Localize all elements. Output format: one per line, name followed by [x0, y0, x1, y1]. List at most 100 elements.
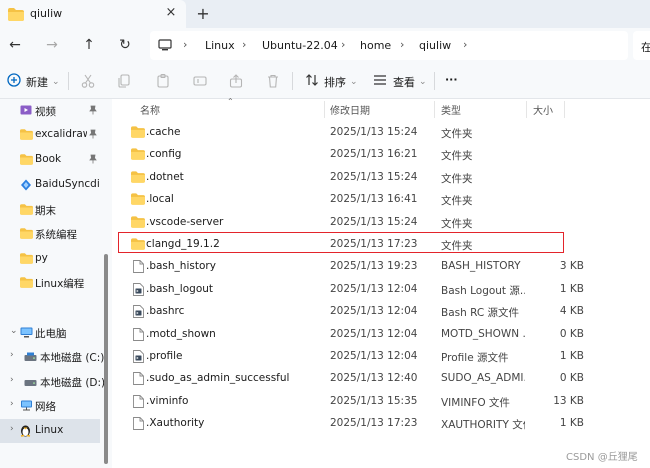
column-divider[interactable] [564, 101, 565, 118]
refresh-icon[interactable]: ↻ [116, 36, 134, 54]
sidebar-item-label: Linux编程 [35, 278, 85, 290]
table-row[interactable]: .bash_history 2025/1/13 19:23 BASH_HISTORY… [112, 256, 650, 278]
folder-icon [20, 228, 33, 242]
file-name: .dotnet [146, 170, 184, 183]
folder-icon [131, 193, 145, 208]
column-header-type[interactable]: 类型 [441, 102, 461, 117]
up-arrow-icon[interactable]: ↑ [80, 36, 98, 54]
breadcrumb-separator[interactable]: › [183, 38, 187, 51]
sidebar-item-label: py [35, 252, 48, 264]
column-divider[interactable] [324, 101, 325, 118]
breadcrumb-qiuliw[interactable]: qiuliw [419, 39, 451, 52]
table-row[interactable]: .sudo_as_admin_successful 2025/1/13 12:40… [112, 368, 650, 390]
new-button[interactable]: 新建 ⌄ [7, 73, 60, 90]
column-header-date[interactable]: 修改日期 [330, 102, 370, 117]
tab-qiuliw[interactable]: qiuliw × [0, 0, 186, 28]
chevron-down-icon[interactable]: ⌄ [10, 326, 18, 336]
file-size: 0 KB [559, 327, 584, 340]
modified-date: 2025/1/13 12:40 [330, 372, 418, 385]
computer-icon [158, 39, 172, 54]
delete-icon[interactable] [265, 73, 281, 89]
folder-icon [20, 154, 33, 168]
view-button[interactable]: 查看 ⌄ [373, 73, 427, 90]
search-input[interactable]: 在 [633, 31, 650, 60]
table-row[interactable]: .viminfo 2025/1/13 15:35 VIMINFO 文件 13 KB [112, 391, 650, 413]
file-name: .profile [146, 350, 183, 362]
forward-arrow-icon[interactable]: → [43, 36, 61, 54]
breadcrumb-ubuntu[interactable]: Ubuntu-22.04 [262, 39, 338, 52]
back-arrow-icon[interactable]: ← [6, 36, 24, 54]
file-type: 文件夹 [441, 195, 473, 208]
breadcrumb-separator[interactable]: › [463, 38, 467, 51]
file-size: 1 KB [559, 350, 584, 362]
table-row[interactable]: .bash_logout 2025/1/13 12:04 Bash Logout 源… [112, 279, 650, 301]
sort-button[interactable]: 排序 ⌄ [305, 73, 358, 90]
sidebar-item-this-pc[interactable]: ⌄ 此电脑 [0, 321, 100, 345]
tab-title: qiuliw [30, 7, 63, 20]
rename-icon[interactable] [192, 73, 208, 89]
sidebar-item-drive-d[interactable]: › 本地磁盘 (D:) [0, 370, 105, 394]
table-row[interactable]: .profile 2025/1/13 12:04 Profile 源文件 1 KB [112, 346, 650, 368]
modified-date: 2025/1/13 16:21 [330, 148, 418, 161]
breadcrumb-linux[interactable]: Linux [205, 39, 235, 52]
breadcrumb-separator[interactable]: › [341, 38, 345, 51]
chevron-down-icon: ⌄ [419, 76, 427, 87]
column-header-size[interactable]: 大小 [533, 102, 553, 117]
script-file-icon [133, 282, 144, 299]
sidebar-item-system-programming[interactable]: 系统编程 [0, 222, 100, 246]
cut-icon[interactable] [80, 73, 96, 89]
sidebar-item-baidusync[interactable]: BaiduSyncdi [0, 173, 100, 197]
close-tab-icon[interactable]: × [163, 5, 179, 20]
table-row[interactable]: .cache 2025/1/13 15:24 文件夹 [112, 122, 650, 144]
chevron-down-icon: ⌄ [52, 76, 60, 87]
new-tab-button[interactable]: + [195, 4, 211, 23]
breadcrumb-home[interactable]: home [360, 39, 391, 52]
pin-icon [89, 154, 97, 167]
address-bar[interactable]: › Linux › Ubuntu-22.04 › home › qiuliw › [150, 31, 628, 60]
folder-icon [131, 148, 145, 163]
paste-icon[interactable] [155, 73, 171, 89]
file-name: .bash_logout [146, 282, 214, 295]
sidebar-item-final-exam[interactable]: 期末 [0, 198, 100, 222]
table-row[interactable]: .config 2025/1/13 16:21 文件夹 [112, 144, 650, 166]
file-name: .bashrc [146, 305, 185, 318]
file-type: Bash RC 源文件 [441, 307, 520, 320]
chevron-right-icon[interactable]: › [10, 424, 14, 434]
table-row[interactable]: .motd_shown 2025/1/13 12:04 MOTD_SHOWN ...… [112, 324, 650, 346]
divider [434, 72, 435, 90]
chevron-right-icon[interactable]: › [10, 375, 14, 385]
file-icon [133, 417, 144, 433]
table-row[interactable]: .vscode-server 2025/1/13 15:24 文件夹 [112, 212, 650, 234]
file-icon [133, 372, 144, 388]
sidebar-item-linux-programming[interactable]: Linux编程 [0, 271, 100, 295]
sidebar-item-videos[interactable]: 视频 [0, 99, 100, 123]
table-row[interactable]: .Xauthority 2025/1/13 17:23 XAUTHORITY 文件 1… [112, 413, 650, 435]
file-type: BASH_HISTORY ... [441, 260, 525, 273]
breadcrumb-separator[interactable]: › [242, 38, 246, 51]
sidebar-item-py[interactable]: py [0, 247, 100, 271]
table-row[interactable]: .dotnet 2025/1/13 15:24 文件夹 [112, 167, 650, 189]
sidebar-item-linux[interactable]: › Linux [0, 419, 100, 443]
drive-icon [24, 352, 37, 365]
column-divider[interactable] [434, 101, 435, 118]
folder-icon [131, 215, 145, 231]
sidebar-item-book[interactable]: Book [0, 148, 100, 172]
table-row[interactable]: .bashrc 2025/1/13 12:04 Bash RC 源文件 4 KB [112, 301, 650, 323]
share-icon[interactable] [228, 73, 244, 89]
computer-icon [20, 327, 33, 341]
sidebar-item-drive-c[interactable]: › 本地磁盘 (C:) [0, 345, 104, 369]
sidebar-item-network[interactable]: › 网络 [0, 394, 100, 418]
chevron-right-icon[interactable]: › [10, 350, 14, 360]
folder-icon [20, 204, 33, 218]
column-header-name[interactable]: 名称 [140, 102, 160, 117]
scrollbar-thumb[interactable] [104, 254, 108, 464]
sidebar-item-excalidraw[interactable]: excalidraw [0, 123, 100, 147]
breadcrumb-separator[interactable]: › [400, 38, 404, 51]
table-row[interactable]: .local 2025/1/13 16:41 文件夹 [112, 189, 650, 211]
column-divider[interactable] [526, 101, 527, 118]
more-options-icon[interactable]: ··· [445, 73, 458, 86]
chevron-right-icon[interactable]: › [10, 399, 14, 409]
copy-icon[interactable] [116, 73, 132, 89]
file-size: 1 KB [559, 282, 584, 295]
sidebar-scrollbar[interactable] [102, 99, 110, 468]
